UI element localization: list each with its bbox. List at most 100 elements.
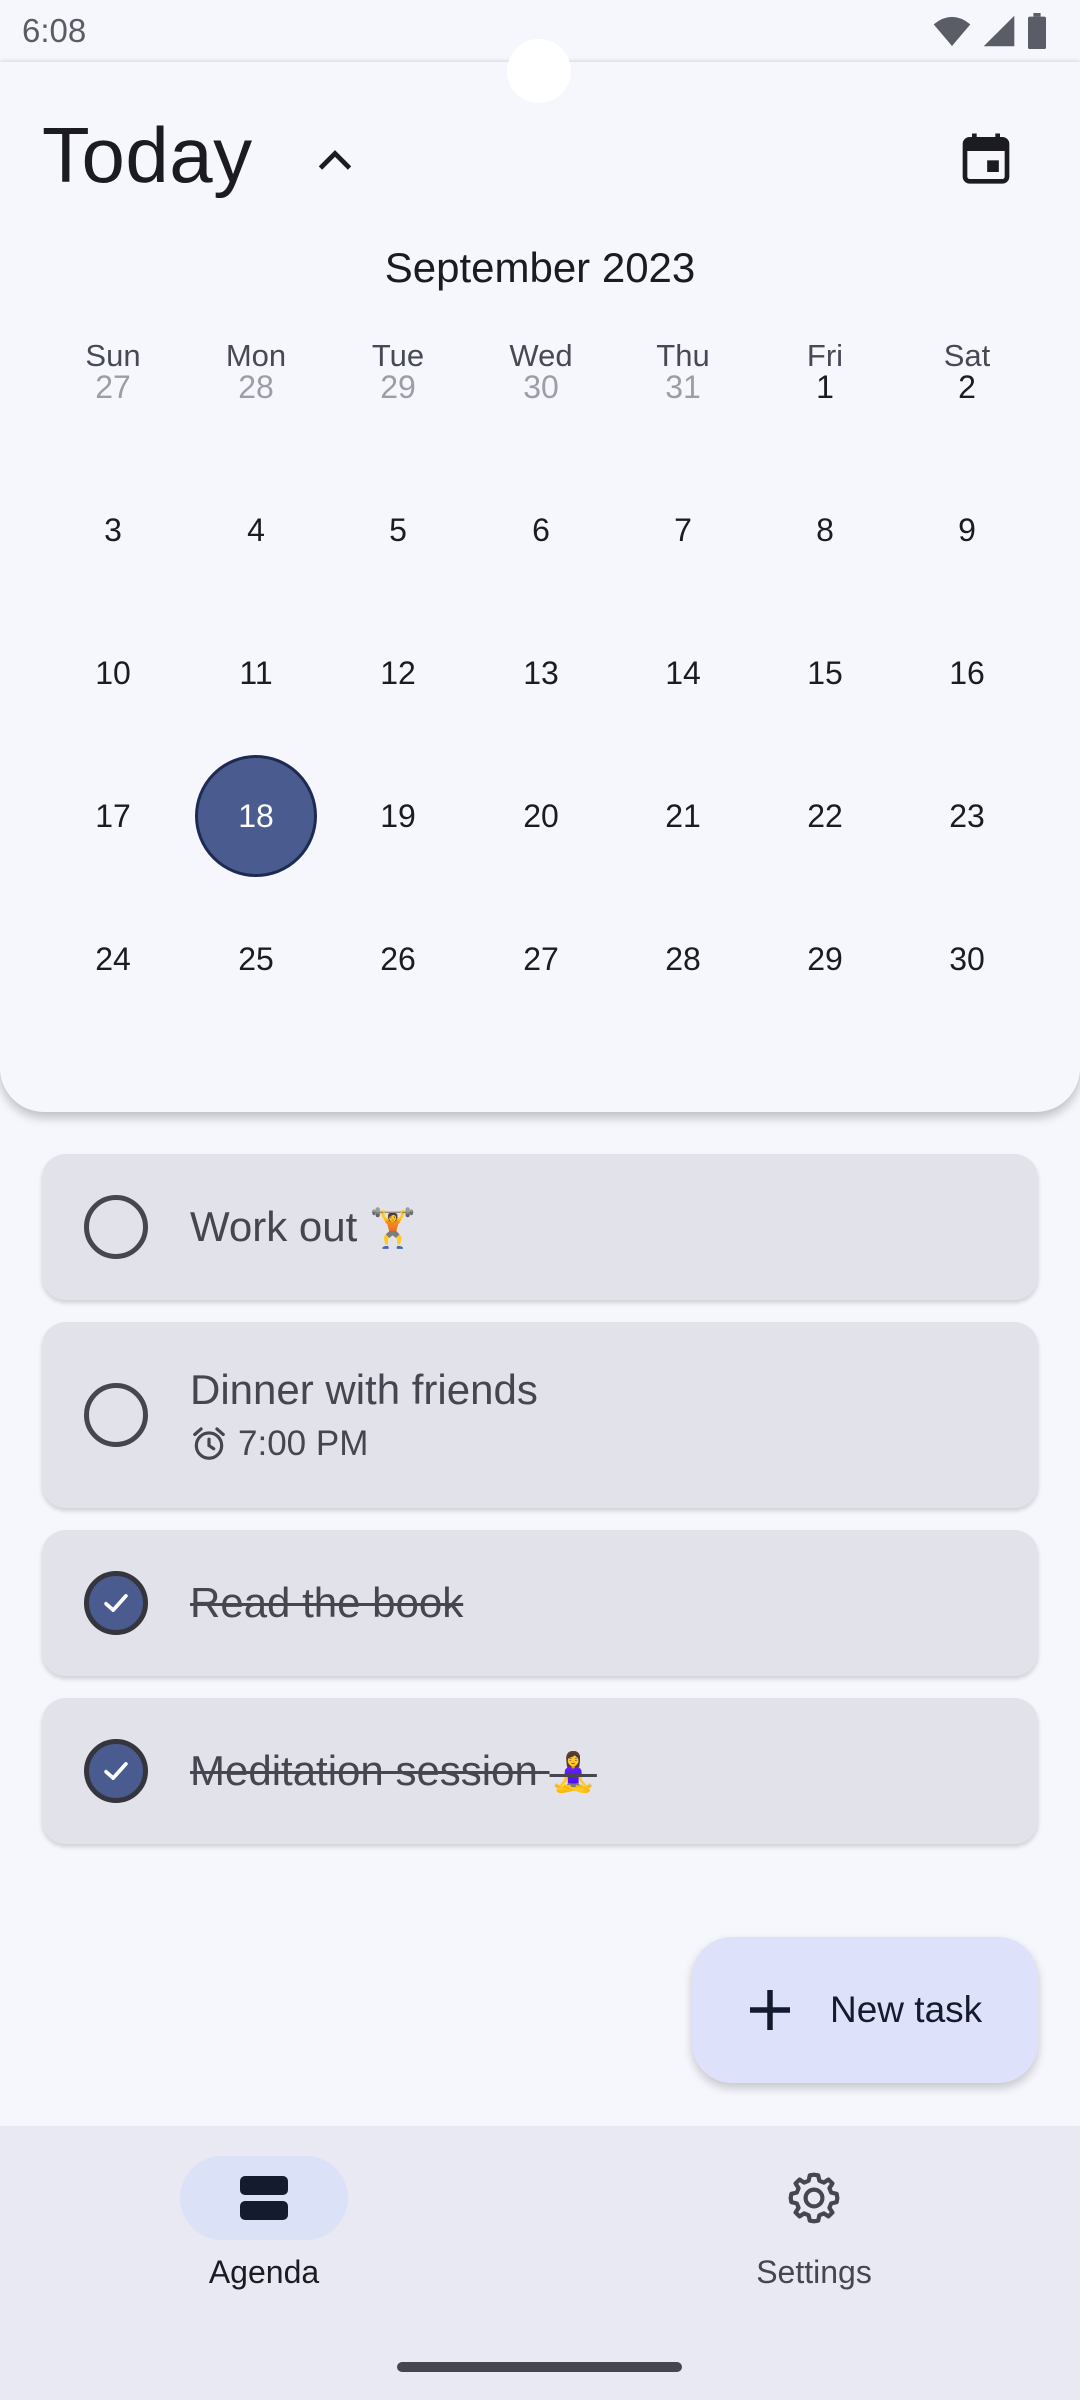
task-checkbox-checked[interactable] [84, 1739, 148, 1803]
task-text: Meditation session 🧘‍♀️ [190, 1747, 597, 1795]
calendar-day-number: 15 [807, 654, 843, 691]
calendar-day-number: 11 [239, 654, 273, 691]
new-task-button[interactable]: New task [692, 1937, 1038, 2083]
calendar-day-number: 12 [380, 654, 416, 691]
calendar-day[interactable]: 5 [327, 470, 469, 590]
check-icon [104, 1762, 128, 1780]
calendar-day[interactable]: 12 [327, 613, 469, 733]
task-title-text: Work out [190, 1203, 358, 1250]
calendar-day-number: 24 [95, 940, 131, 977]
calendar-day[interactable]: 25 [185, 899, 327, 1019]
nav-item-agenda[interactable]: Agenda [144, 2156, 384, 2306]
calendar-day-number: 29 [807, 940, 843, 977]
calendar-day[interactable]: 30 [896, 899, 1038, 1019]
new-task-label: New task [830, 1989, 983, 2030]
bottom-navigation: Agenda Settings [0, 2126, 1080, 2400]
calendar-day[interactable]: 8 [754, 470, 896, 590]
calendar-day[interactable]: 4 [185, 470, 327, 590]
collapse-calendar-button[interactable] [300, 124, 370, 194]
calendar-day[interactable]: 11 [185, 613, 327, 733]
calendar-day-number: 23 [949, 797, 985, 834]
nav-indicator [180, 2156, 348, 2240]
calendar-day[interactable]: 1 [754, 327, 896, 447]
calendar-day-number: 28 [665, 940, 701, 977]
calendar-picker-button[interactable] [946, 118, 1026, 198]
calendar-day[interactable]: 31 [612, 327, 754, 447]
calendar-day-selected[interactable]: 18 [185, 755, 327, 877]
calendar-day[interactable]: 27 [470, 899, 612, 1019]
nav-item-settings[interactable]: Settings [694, 2156, 934, 2306]
calendar-day[interactable]: 26 [327, 899, 469, 1019]
calendar-day[interactable]: 17 [42, 756, 184, 876]
task-checkbox-checked[interactable] [84, 1571, 148, 1635]
task-title: Dinner with friends [190, 1366, 538, 1413]
calendar-day[interactable]: 22 [754, 756, 896, 876]
calendar-day[interactable]: 28 [612, 899, 754, 1019]
status-time: 6:08 [22, 12, 87, 49]
calendar-day-number: 20 [523, 797, 559, 834]
calendar-day-number: 1 [816, 368, 834, 405]
task-card[interactable]: Dinner with friends 7:00 PM [42, 1322, 1038, 1508]
month-title: September 2023 [384, 244, 696, 291]
calendar-day-number: 28 [238, 368, 274, 405]
task-card[interactable]: Work out 🏋️ [42, 1154, 1038, 1300]
calendar-day[interactable]: 10 [42, 613, 184, 733]
task-text: Work out 🏋️ [190, 1203, 416, 1251]
calendar-day-number: 29 [380, 368, 416, 405]
task-time: 7:00 PM [238, 1424, 369, 1463]
calendar-day[interactable]: 29 [754, 899, 896, 1019]
calendar-day-number: 4 [247, 511, 265, 548]
calendar-day[interactable]: 28 [185, 327, 327, 447]
calendar-day[interactable]: 21 [612, 756, 754, 876]
task-title-text: Meditation session [190, 1747, 538, 1794]
task-text: Dinner with friends 7:00 PM [190, 1366, 538, 1464]
calendar-day-number: 2 [958, 368, 976, 405]
task-card[interactable]: Read the book [42, 1530, 1038, 1676]
alarm-icon [193, 1427, 225, 1460]
calendar-day-number: 18 [195, 755, 317, 877]
calendar-day-number: 22 [807, 797, 843, 834]
calendar-day-number: 10 [95, 654, 131, 691]
task-title: Read the book [190, 1579, 464, 1626]
calendar-day[interactable]: 23 [896, 756, 1038, 876]
calendar-day[interactable]: 6 [470, 470, 612, 590]
task-card[interactable]: Meditation session 🧘‍♀️ [42, 1698, 1038, 1844]
calendar-icon [962, 133, 1010, 184]
calendar-day[interactable]: 2 [896, 327, 1038, 447]
calendar-day[interactable]: 7 [612, 470, 754, 590]
calendar-day[interactable]: 16 [896, 613, 1038, 733]
calendar-day[interactable]: 30 [470, 327, 612, 447]
calendar-day[interactable]: 24 [42, 899, 184, 1019]
task-title: Work out 🏋️ [190, 1203, 416, 1251]
signal-icon [983, 15, 1015, 47]
calendar-day[interactable]: 13 [470, 613, 612, 733]
battery-icon [1028, 13, 1046, 49]
calendar-day[interactable]: 14 [612, 613, 754, 733]
nav-indicator [730, 2156, 898, 2240]
calendar-day[interactable]: 9 [896, 470, 1038, 590]
calendar-day[interactable]: 19 [327, 756, 469, 876]
calendar-day-number: 5 [389, 511, 407, 548]
nav-label: Agenda [208, 2254, 320, 2290]
check-icon [104, 1594, 128, 1612]
calendar-day-number: 6 [532, 511, 550, 548]
calendar-day-number: 7 [674, 511, 692, 548]
calendar-day-number: 9 [958, 511, 976, 548]
page-title: Today [42, 111, 253, 199]
status-icons [932, 13, 1048, 49]
calendar-day-number: 3 [104, 511, 122, 548]
calendar-day[interactable]: 29 [327, 327, 469, 447]
wifi-icon [933, 16, 971, 46]
task-checkbox[interactable] [84, 1383, 148, 1447]
task-emoji: 🏋️ [368, 1206, 417, 1250]
task-checkbox[interactable] [84, 1195, 148, 1259]
calendar-day[interactable]: 27 [42, 327, 184, 447]
calendar-day-number: 19 [380, 797, 416, 834]
calendar-day-number: 13 [523, 654, 559, 691]
calendar-day[interactable]: 3 [42, 470, 184, 590]
calendar-day[interactable]: 15 [754, 613, 896, 733]
task-reminder: 7:00 PM [190, 1424, 538, 1464]
home-indicator[interactable] [397, 2362, 682, 2372]
calendar-day[interactable]: 20 [470, 756, 612, 876]
calendar-day-number: 14 [665, 654, 701, 691]
